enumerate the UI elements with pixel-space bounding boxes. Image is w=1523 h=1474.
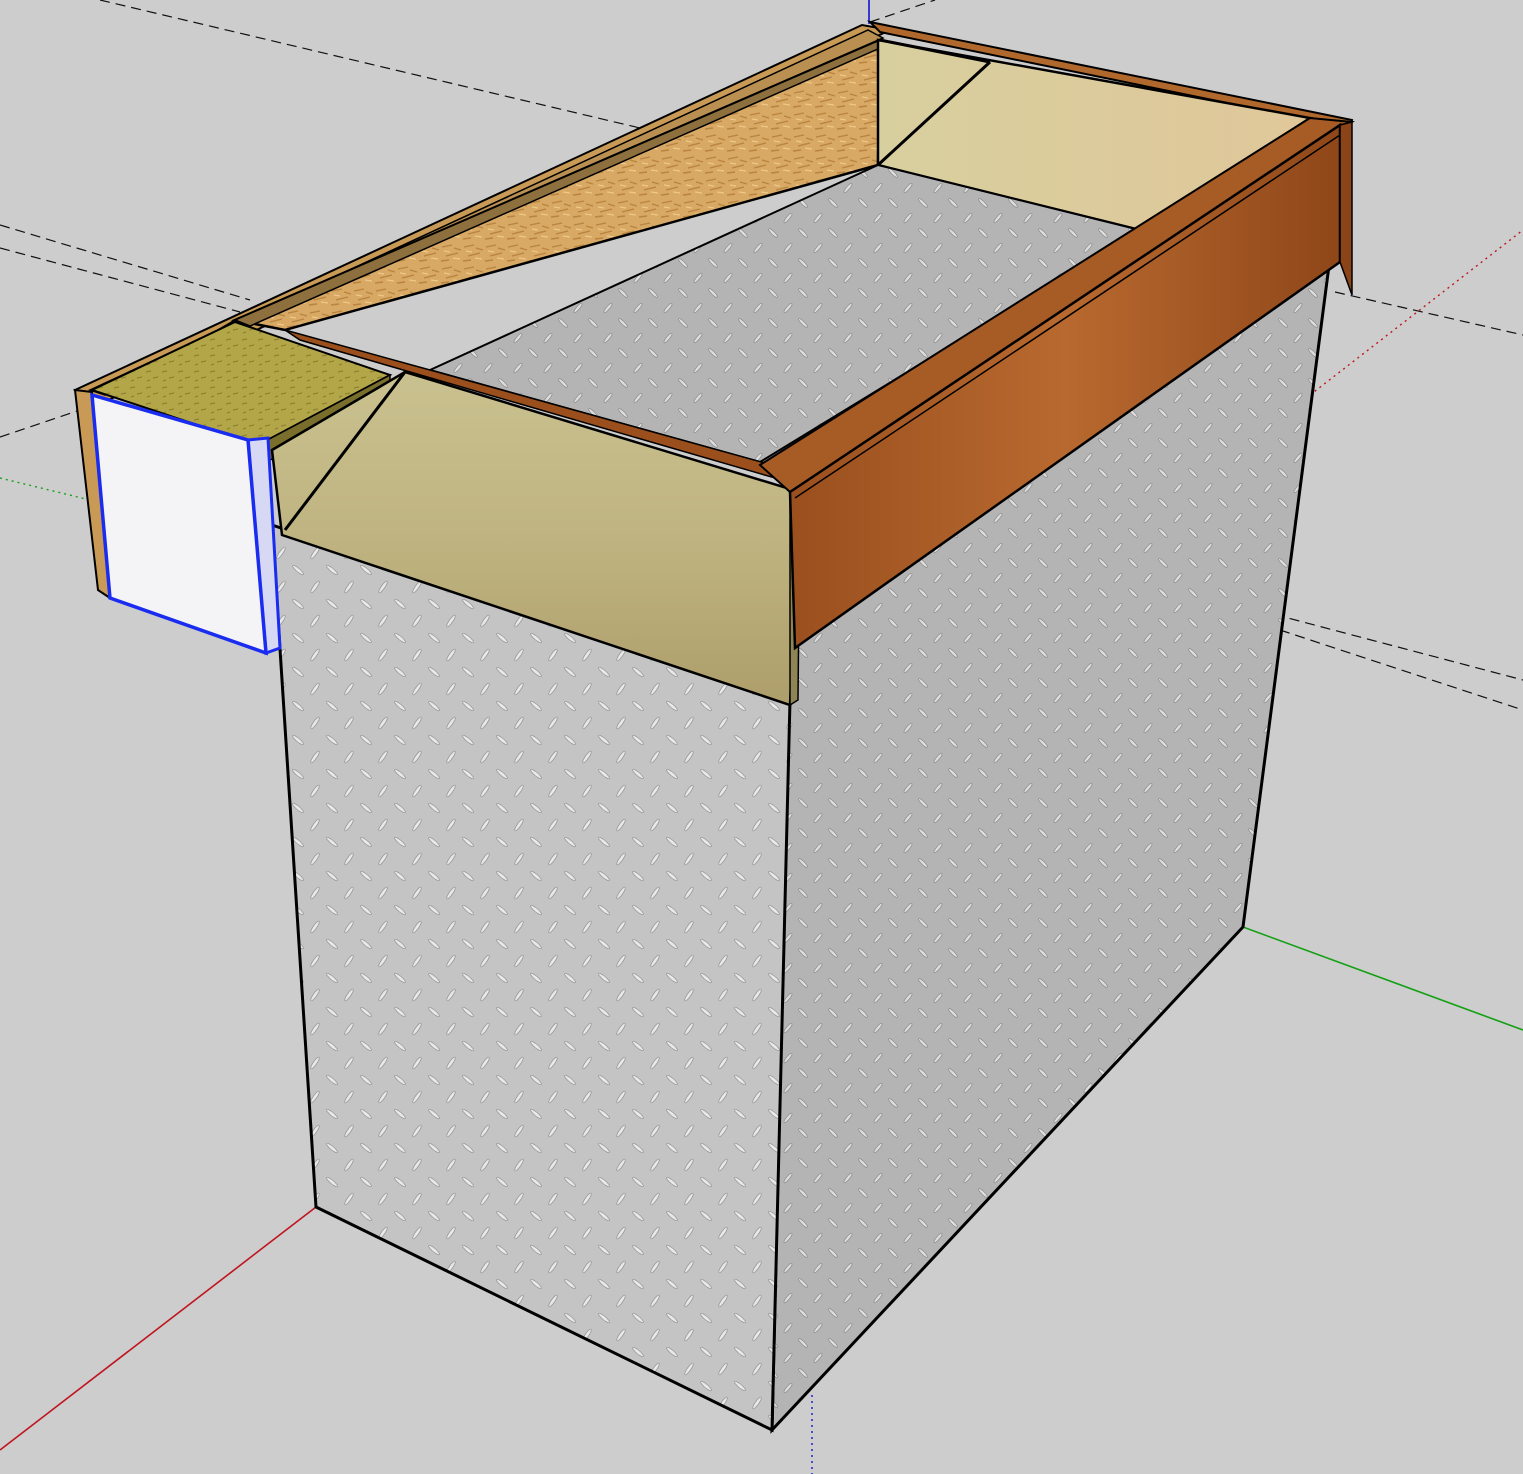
- green-axis-dotted: [0, 477, 91, 501]
- right-rail-end[interactable]: [1339, 121, 1353, 296]
- model-canvas[interactable]: [0, 0, 1523, 1474]
- green-axis: [1242, 926, 1523, 1031]
- red-axis: [0, 1206, 317, 1451]
- sketchup-3d-viewport[interactable]: [0, 0, 1523, 1474]
